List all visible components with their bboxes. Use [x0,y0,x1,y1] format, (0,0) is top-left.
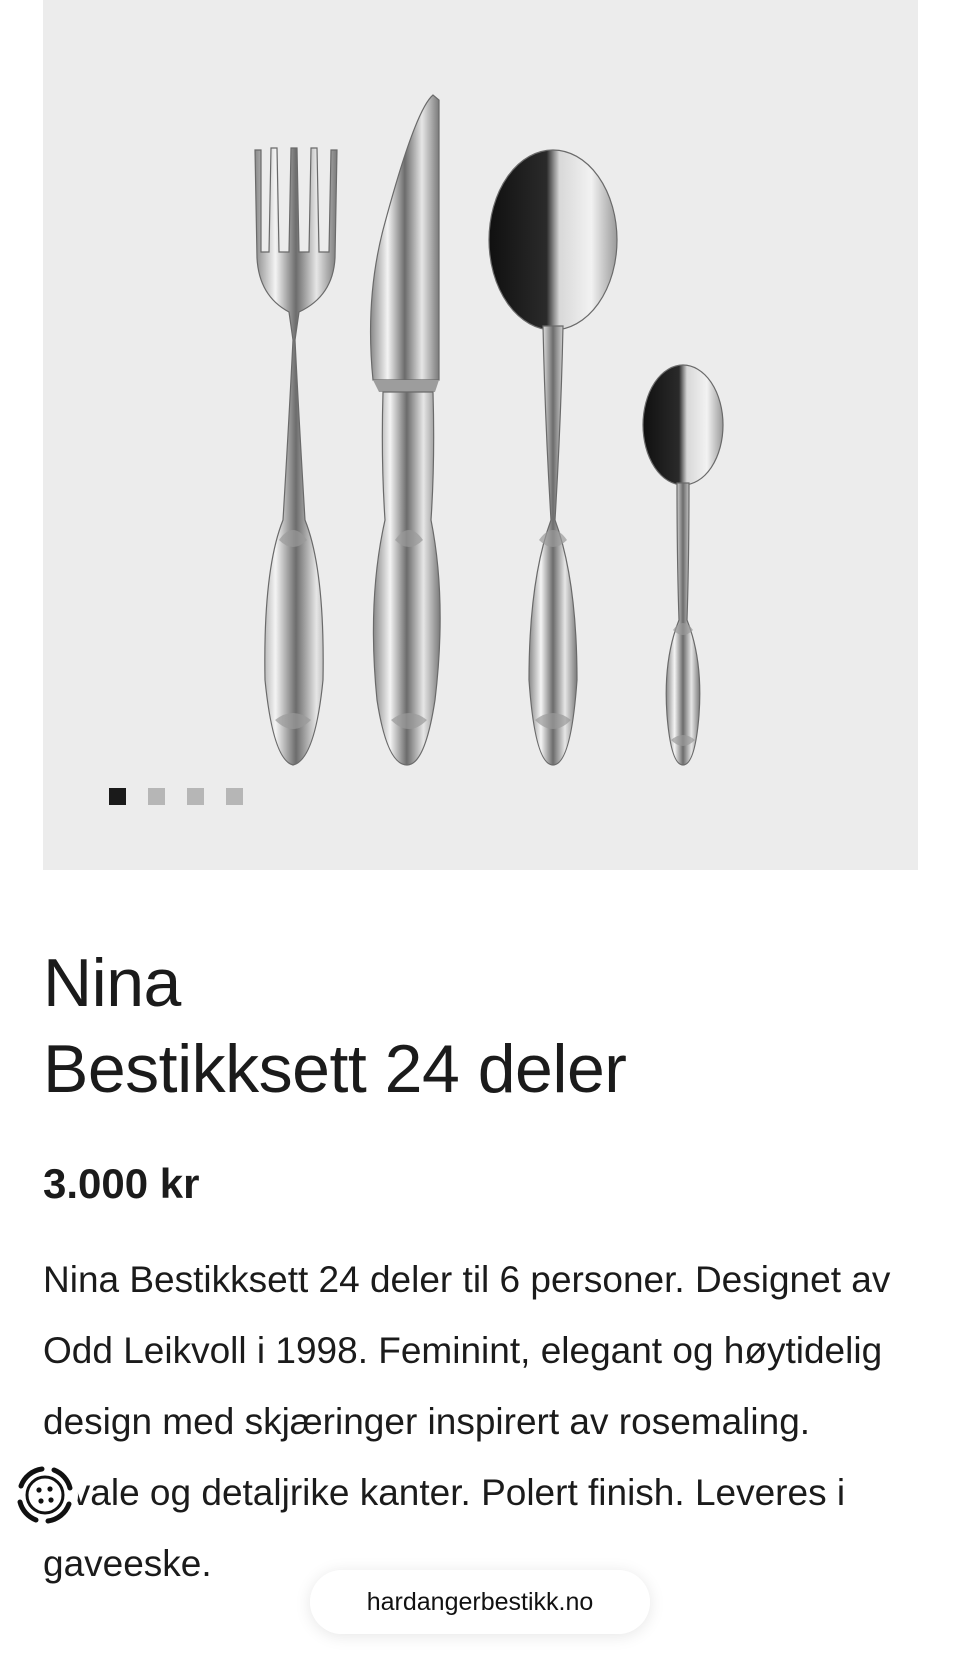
product-title: Nina Bestikksett 24 deler [43,940,903,1112]
cookie-settings-button[interactable] [12,1462,78,1528]
gallery-dot-1[interactable] [109,788,126,805]
gallery-dot-4[interactable] [226,788,243,805]
knife-image [369,94,441,766]
cookie-icon [17,1466,73,1524]
gallery-pagination [109,788,243,805]
product-title-line-1: Nina [43,945,181,1021]
gallery-dot-3[interactable] [187,788,204,805]
spoon-image [488,149,618,766]
product-image [254,94,724,766]
product-title-line-2: Bestikksett 24 deler [43,1031,627,1107]
address-bar-url: hardangerbestikk.no [366,1587,594,1616]
fork-image [254,147,338,766]
gallery-dot-2[interactable] [148,788,165,805]
product-image-gallery[interactable] [43,0,918,870]
teaspoon-image [642,364,724,766]
address-bar[interactable]: hardangerbestikk.no [310,1570,650,1634]
product-price: 3.000 kr [43,1160,200,1207]
product-description: Nina Bestikksett 24 deler til 6 personer… [43,1259,891,1584]
